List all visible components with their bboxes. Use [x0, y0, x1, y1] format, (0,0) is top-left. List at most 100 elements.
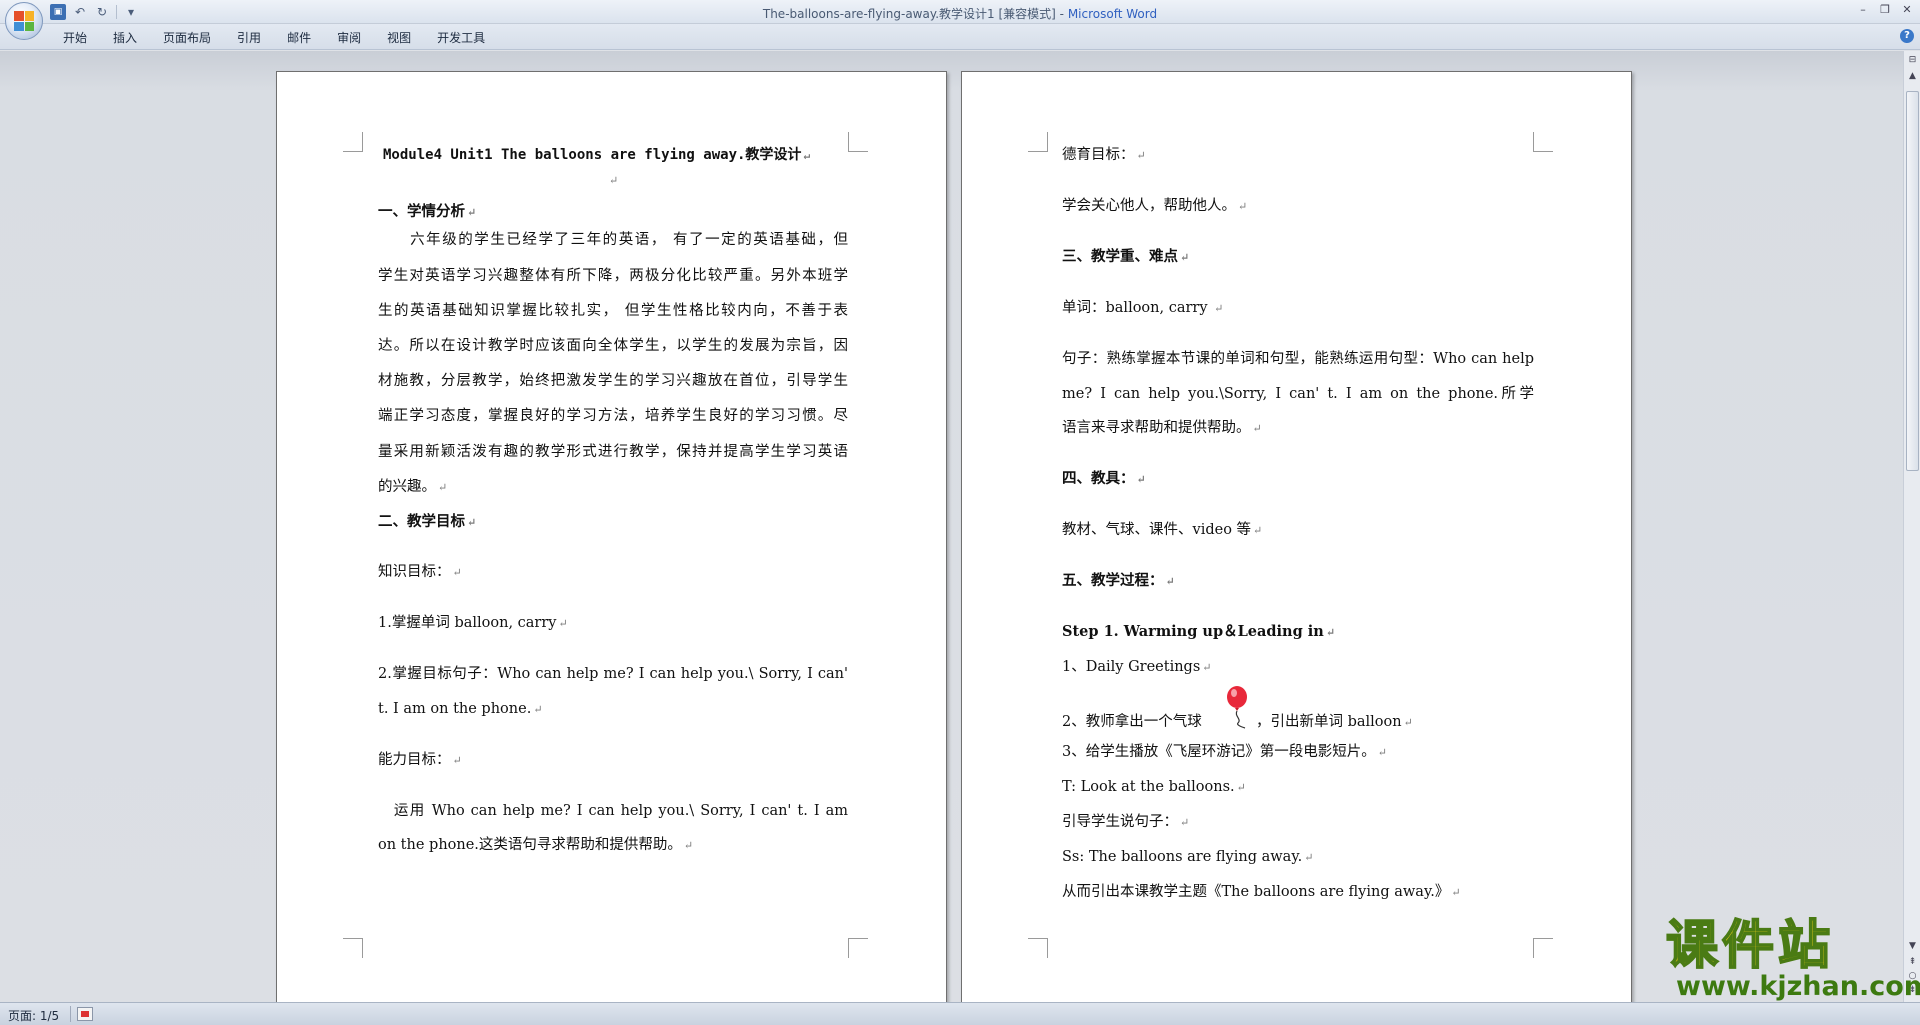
- paragraph-mark: ↵: [1214, 302, 1224, 315]
- office-button[interactable]: [5, 2, 43, 40]
- paragraph-mark: ↵: [1136, 473, 1146, 486]
- document-page-1: Module4 Unit1 The balloons are flying aw…: [276, 71, 947, 1002]
- paragraph-mark: ↵: [1253, 524, 1263, 537]
- step-text: Step 1. Warming up＆Leading in: [1062, 623, 1324, 640]
- tab-home[interactable]: 开始: [50, 28, 100, 48]
- previous-page-icon[interactable]: ⇞: [1905, 955, 1920, 970]
- knowledge-goal-2-line2: t. I am on the phone. ↵: [378, 699, 543, 720]
- tab-review[interactable]: 审阅: [324, 28, 374, 48]
- heading-text: 四、教具：: [1062, 470, 1135, 487]
- tab-mailings[interactable]: 邮件: [274, 28, 324, 48]
- browse-object-icon[interactable]: ○: [1905, 969, 1920, 984]
- teaching-aids-list: 教材、气球、课件、video 等 ↵: [1062, 520, 1262, 541]
- analysis-line: 学生对英语学习兴趣整体有所下降，两极分化比较严重。另外本班学: [378, 268, 848, 284]
- doc-title: Module4 Unit1 The balloons are flying aw…: [383, 145, 810, 166]
- heading-teaching-aids: 四、教具： ↵: [1062, 469, 1146, 490]
- window-title: The-balloons-are-flying-away.教学设计1 [兼容模式…: [0, 5, 1920, 22]
- tab-view[interactable]: 视图: [374, 28, 424, 48]
- moral-goal-label: 德育目标： ↵: [1062, 145, 1146, 166]
- analysis-line: 端正学习态度，掌握良好的学习方法，培养学生良好的学习习惯。尽: [378, 408, 848, 424]
- heading-text: 三、教学重、难点: [1062, 248, 1178, 265]
- paragraph-mark: ↵: [558, 617, 568, 630]
- paragraph-mark: ↵: [1202, 661, 1212, 674]
- scroll-thumb[interactable]: [1906, 91, 1919, 471]
- sentence-text: 语言来寻求帮助和提供帮助。: [1062, 420, 1251, 436]
- key-words: 单词：balloon, carry ↵: [1062, 298, 1223, 319]
- label-text: 知识目标：: [378, 564, 451, 580]
- heading-text: 一、学情分析: [378, 203, 465, 220]
- analysis-line: 量采用新颖活泼有趣的教学形式进行教学，保持并提高学生学习英语: [378, 444, 848, 460]
- knowledge-goal-label: 知识目标： ↵: [378, 562, 462, 583]
- paragraph-mark: ↵: [467, 206, 477, 219]
- paragraph-mark: ↵: [1238, 200, 1248, 213]
- paragraph-mark: ↵: [1136, 149, 1146, 162]
- vertical-scrollbar[interactable]: ⊟ ▲ ▼ ⇞ ○ ⇟: [1903, 51, 1920, 1002]
- status-bar: 页面: 1/5: [0, 1002, 1920, 1025]
- goal-text: 1.掌握单词 balloon, carry: [378, 615, 557, 631]
- paragraph-mark: ↵: [1304, 851, 1314, 864]
- moral-goal-text: 学会关心他人，帮助他人。 ↵: [1062, 196, 1247, 217]
- paragraph-mark: ↵: [1180, 251, 1190, 264]
- analysis-line: 达。所以在设计教学时应该面向全体学生，以学生的发展为宗旨，因: [378, 338, 848, 354]
- paragraph-mark: ↵: [1451, 886, 1461, 899]
- help-icon[interactable]: ?: [1900, 29, 1914, 43]
- ribbon-tab-row: 开始 插入 页面布局 引用 邮件 审阅 视图 开发工具 ?: [0, 24, 1920, 50]
- heading-teaching-process: 五、教学过程： ↵: [1062, 571, 1175, 592]
- page-indicator[interactable]: 页面: 1/5: [8, 1007, 59, 1024]
- heading-learner-analysis: 一、学情分析 ↵: [378, 202, 476, 223]
- dialog-text: Ss: The balloons are flying away.: [1062, 849, 1303, 865]
- paragraph-mark: ↵: [533, 703, 543, 716]
- status-divider: [70, 1006, 71, 1022]
- tab-page-layout[interactable]: 页面布局: [150, 28, 224, 48]
- heading-teaching-goals: 二、教学目标 ↵: [378, 512, 476, 533]
- topic-line: 从而引出本课教学主题《The balloons are flying away.…: [1062, 882, 1461, 903]
- ability-goal-line1: 运用 Who can help me? I can help you.\ Sor…: [378, 803, 848, 819]
- paragraph-mark: ↵: [683, 839, 694, 852]
- empty-paragraph: ↵: [607, 170, 618, 191]
- paragraph-mark: ↵: [452, 754, 462, 767]
- close-icon[interactable]: ✕: [1900, 2, 1914, 16]
- crop-mark: [1533, 132, 1553, 152]
- document-area[interactable]: Module4 Unit1 The balloons are flying aw…: [0, 51, 1903, 1002]
- label-text: 德育目标：: [1062, 147, 1135, 163]
- step-item-text: 1、Daily Greetings: [1062, 659, 1201, 675]
- analysis-line-text: 的兴趣。: [378, 479, 436, 495]
- step-1-heading: Step 1. Warming up＆Leading in ↵: [1062, 622, 1335, 643]
- key-sentences-line3: 语言来寻求帮助和提供帮助。 ↵: [1062, 418, 1262, 439]
- analysis-line: 材施教，分层教学，始终把激发学生的学习兴趣放在首位，引导学生: [378, 373, 848, 389]
- paragraph-mark: ↵: [1165, 575, 1175, 588]
- tab-developer[interactable]: 开发工具: [424, 28, 498, 48]
- document-page-2: 德育目标： ↵ 学会关心他人，帮助他人。 ↵ 三、教学重、难点 ↵ 单词：balloo…: [961, 71, 1632, 1002]
- title-separator: -: [1055, 7, 1068, 21]
- ruler-toggle-icon[interactable]: ⊟: [1905, 53, 1920, 68]
- scroll-up-icon[interactable]: ▲: [1905, 69, 1920, 84]
- step-item-text: 3、给学生播放《飞屋环游记》第一段电影短片。: [1062, 744, 1376, 760]
- dialog-text: 引导学生说句子：: [1062, 814, 1178, 830]
- step-item-text: ，引出新单词 balloon: [1256, 714, 1402, 730]
- next-page-icon[interactable]: ⇟: [1905, 983, 1920, 998]
- aids-text: 教材、气球、课件、video 等: [1062, 522, 1252, 538]
- words-text: 单词：balloon, carry: [1062, 300, 1213, 316]
- label-text: 能力目标：: [378, 752, 451, 768]
- analysis-line: 六年级的学生已经学了三年的英语， 有了一定的英语基础，但: [378, 232, 848, 248]
- paragraph-mark: ↵: [1180, 816, 1190, 829]
- guide-line: 引导学生说句子： ↵: [1062, 812, 1189, 833]
- dialog-text: T: Look at the balloons.: [1062, 779, 1235, 795]
- tab-insert[interactable]: 插入: [100, 28, 150, 48]
- doc-title-text: Module4 Unit1 The balloons are flying aw…: [383, 147, 802, 163]
- restore-icon[interactable]: ❐: [1878, 2, 1892, 16]
- crop-mark: [1028, 938, 1048, 958]
- goal-text: 学会关心他人，帮助他人。: [1062, 198, 1236, 214]
- paragraph-mark: ↵: [438, 481, 448, 494]
- step-item-1: 1、Daily Greetings ↵: [1062, 657, 1212, 678]
- minimize-icon[interactable]: –: [1856, 2, 1870, 16]
- scroll-down-icon[interactable]: ▼: [1905, 939, 1920, 954]
- analysis-line-last: 的兴趣。 ↵: [378, 477, 447, 498]
- goal-text: t. I am on the phone.: [378, 701, 532, 717]
- topic-text: 从而引出本课教学主题《The balloons are flying away.…: [1062, 884, 1450, 900]
- crop-mark: [343, 938, 363, 958]
- crop-mark: [1533, 938, 1553, 958]
- tab-references[interactable]: 引用: [224, 28, 274, 48]
- window-controls: – ❐ ✕: [1856, 2, 1914, 16]
- proofing-icon[interactable]: [77, 1007, 93, 1021]
